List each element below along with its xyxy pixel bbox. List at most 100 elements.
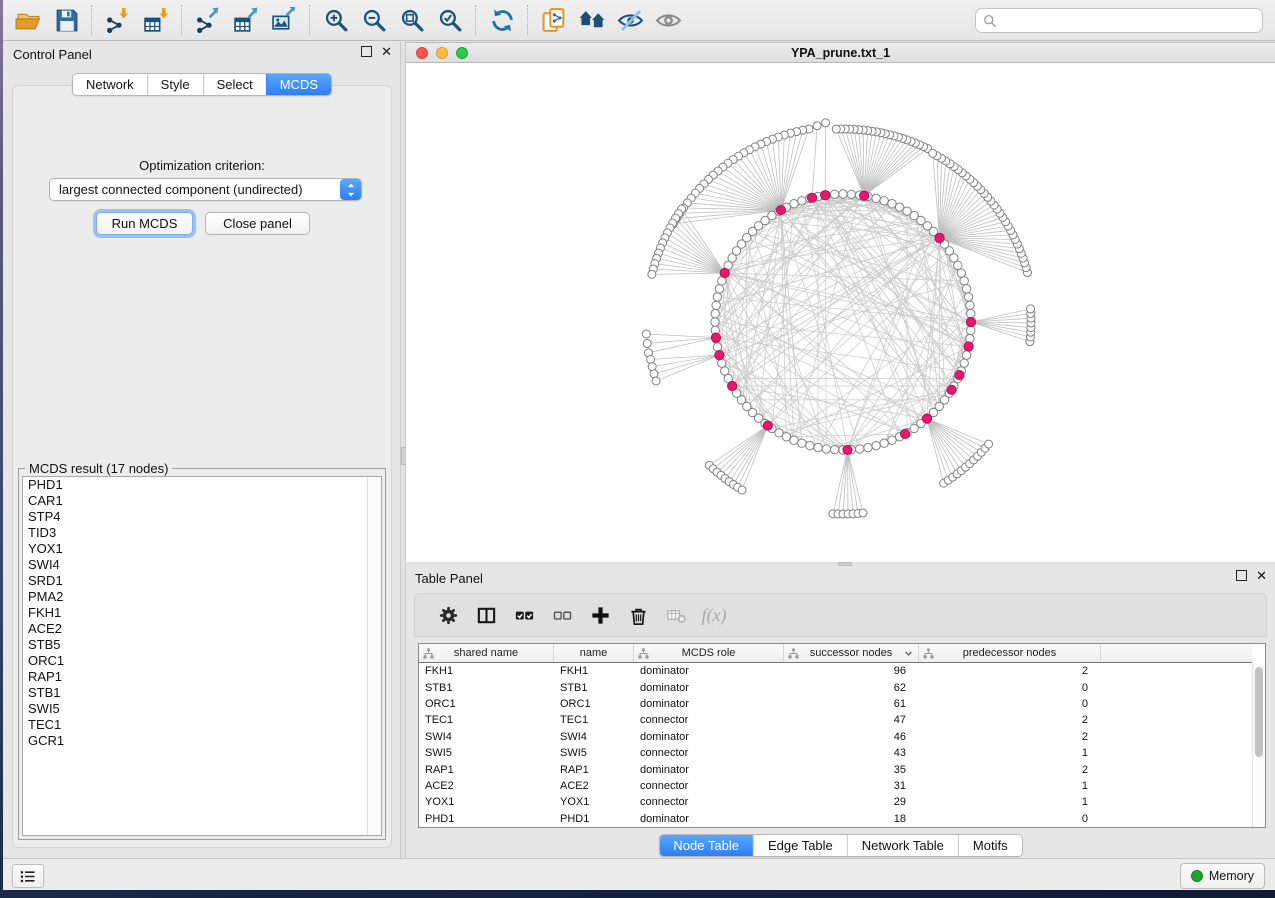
mcds-result-item[interactable]: GCR1: [23, 733, 381, 749]
import-table-icon[interactable]: [137, 4, 175, 36]
zoom-fit-icon[interactable]: [393, 4, 431, 36]
tab-edge-table[interactable]: Edge Table: [753, 835, 847, 856]
table-row[interactable]: ACE2ACE2connector311: [419, 778, 1252, 794]
mcds-result-item[interactable]: CAR1: [23, 493, 381, 509]
column-header-name[interactable]: name: [554, 644, 634, 662]
tab-select[interactable]: Select: [203, 74, 266, 95]
table-row[interactable]: RAP1RAP1dominator352: [419, 761, 1252, 777]
search-input[interactable]: [1002, 13, 1255, 29]
open-file-icon[interactable]: [9, 4, 47, 36]
export-table-icon[interactable]: [227, 4, 265, 36]
deselect-all-checkboxes-icon[interactable]: [543, 597, 581, 633]
table-cell: 1: [919, 796, 1101, 808]
table-cell: 2: [919, 665, 1101, 677]
run-mcds-button[interactable]: Run MCDS: [96, 212, 193, 235]
mcds-result-item[interactable]: ORC1: [23, 653, 381, 669]
save-session-icon[interactable]: [47, 4, 85, 36]
mcds-result-item[interactable]: STB5: [23, 637, 381, 653]
zoom-selected-icon[interactable]: [431, 4, 469, 36]
table-cell: dominator: [634, 682, 784, 694]
tab-motifs[interactable]: Motifs: [958, 835, 1022, 856]
table-row[interactable]: PHD1PHD1dominator180: [419, 811, 1252, 827]
table-cell: PHD1: [554, 813, 634, 825]
table-cell: FKH1: [419, 665, 554, 677]
table-row[interactable]: STB1STB1dominator620: [419, 679, 1252, 695]
table-cell: dominator: [634, 764, 784, 776]
table-cell: 96: [784, 665, 919, 677]
table-scrollbar[interactable]: [1252, 663, 1265, 827]
table-row[interactable]: YOX1YOX1connector291: [419, 794, 1252, 810]
mcds-result-item[interactable]: RAP1: [23, 669, 381, 685]
table-panel-header: Table Panel ✕: [406, 566, 1275, 590]
import-network-icon[interactable]: [99, 4, 137, 36]
mcds-result-item[interactable]: YOX1: [23, 541, 381, 557]
network-titlebar[interactable]: YPA_prune.txt_1: [406, 43, 1275, 63]
first-neighbors-icon[interactable]: [573, 4, 611, 36]
tab-network-table[interactable]: Network Table: [847, 835, 958, 856]
mcds-result-item[interactable]: SRD1: [23, 573, 381, 589]
scrollbar-thumb[interactable]: [1255, 667, 1263, 757]
zoom-out-icon[interactable]: [355, 4, 393, 36]
toolbar-separator: [475, 5, 477, 35]
mcds-result-list[interactable]: PHD1CAR1STP4TID3YOX1SWI4SRD1PMA2FKH1ACE2…: [22, 476, 382, 836]
close-panel-icon[interactable]: ✕: [381, 46, 392, 57]
select-all-checkboxes-icon[interactable]: [505, 597, 543, 633]
column-header-MCDS-role[interactable]: MCDS role: [634, 644, 784, 662]
delete-row-icon[interactable]: [619, 597, 657, 633]
table-row[interactable]: SWI5SWI5connector431: [419, 745, 1252, 761]
copy-style-icon[interactable]: [535, 4, 573, 36]
column-header-successor-nodes[interactable]: successor nodes: [784, 644, 919, 662]
add-row-icon[interactable]: [581, 597, 619, 633]
tab-network[interactable]: Network: [73, 74, 147, 95]
tab-node-table[interactable]: Node Table: [659, 835, 753, 856]
mcds-result-item[interactable]: TEC1: [23, 717, 381, 733]
network-canvas[interactable]: [406, 63, 1275, 563]
hide-selected-icon[interactable]: [611, 4, 649, 36]
refresh-icon[interactable]: [483, 4, 521, 36]
mcds-result-item[interactable]: SWI5: [23, 701, 381, 717]
memory-button[interactable]: Memory: [1180, 863, 1265, 889]
mcds-result-item[interactable]: TID3: [23, 525, 381, 541]
mcds-result-item[interactable]: PHD1: [23, 477, 381, 493]
float-panel-icon[interactable]: [1236, 570, 1247, 581]
toolbar-separator: [309, 5, 311, 35]
column-header-shared-name[interactable]: shared name: [419, 644, 554, 662]
table-cell: connector: [634, 747, 784, 759]
table-cell: TEC1: [554, 714, 634, 726]
close-panel-button[interactable]: Close panel: [205, 212, 310, 235]
zoom-in-icon[interactable]: [317, 4, 355, 36]
mcds-result-item[interactable]: STB1: [23, 685, 381, 701]
tab-style[interactable]: Style: [147, 74, 203, 95]
mcds-result-item[interactable]: ACE2: [23, 621, 381, 637]
table-cell: 1: [919, 780, 1101, 792]
mcds-result-item[interactable]: STP4: [23, 509, 381, 525]
table-row[interactable]: FKH1FKH1dominator962: [419, 663, 1252, 679]
table-cell: ACE2: [554, 780, 634, 792]
mcds-result-item[interactable]: PMA2: [23, 589, 381, 605]
show-all-icon[interactable]: [649, 4, 687, 36]
mcds-result-item[interactable]: FKH1: [23, 605, 381, 621]
export-network-icon[interactable]: [189, 4, 227, 36]
float-panel-icon[interactable]: [361, 46, 372, 57]
toolbar-separator: [91, 5, 93, 35]
criterion-value: largest connected component (undirected): [50, 182, 340, 197]
tab-mcds[interactable]: MCDS: [266, 74, 331, 95]
table-row[interactable]: TEC1TEC1connector472: [419, 712, 1252, 728]
export-image-icon[interactable]: [265, 4, 303, 36]
mcds-result-item[interactable]: SWI4: [23, 557, 381, 573]
table-cell: STB1: [554, 682, 634, 694]
table-cell: 18: [784, 813, 919, 825]
task-history-button[interactable]: [12, 864, 44, 888]
column-header-predecessor-nodes[interactable]: predecessor nodes: [919, 644, 1101, 662]
main-toolbar: [3, 0, 1275, 41]
show-columns-icon[interactable]: [467, 597, 505, 633]
list-scrollbar[interactable]: [367, 477, 381, 835]
settings-gear-icon[interactable]: [429, 597, 467, 633]
search-box[interactable]: [975, 8, 1263, 33]
criterion-dropdown[interactable]: largest connected component (undirected): [49, 178, 362, 201]
table-row[interactable]: SWI4SWI4dominator462: [419, 729, 1252, 745]
table-panel: Table Panel ✕ f(x) shared namenameMCDS r…: [406, 566, 1275, 858]
table-panel-tabs: Node TableEdge TableNetwork TableMotifs: [658, 834, 1022, 857]
table-row[interactable]: ORC1ORC1dominator610: [419, 696, 1252, 712]
close-panel-icon[interactable]: ✕: [1256, 570, 1267, 581]
